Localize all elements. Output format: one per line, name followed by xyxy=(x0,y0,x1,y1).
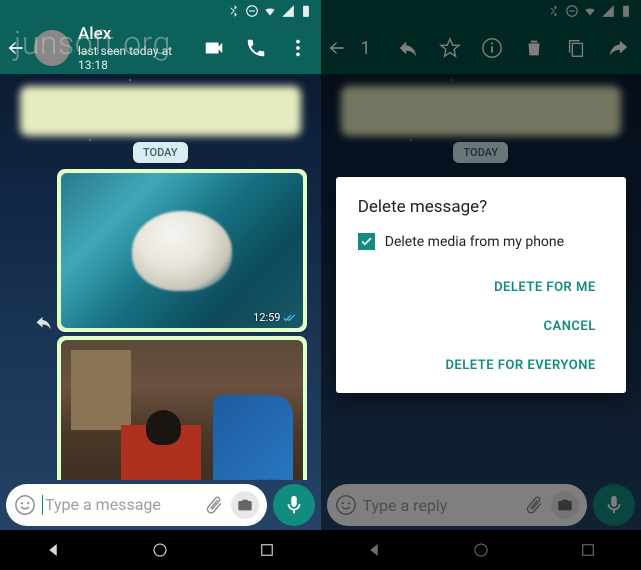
image-content xyxy=(71,350,131,430)
dialog-actions: DELETE FOR ME CANCEL DELETE FOR EVERYONE xyxy=(358,270,604,383)
delete-for-me-button[interactable]: DELETE FOR ME xyxy=(486,270,604,305)
video-call-icon[interactable] xyxy=(197,31,231,65)
bluetooth-icon xyxy=(227,4,241,18)
date-separator: TODAY xyxy=(133,142,188,163)
dnd-icon xyxy=(245,4,259,18)
mic-button[interactable] xyxy=(273,484,315,526)
message-bubble[interactable]: 13:23 xyxy=(57,336,307,480)
read-receipt-icon xyxy=(283,313,297,323)
chat-area: TODAY 12:59 xyxy=(0,74,321,480)
contact-info[interactable]: Alex last seen today at 13:18 xyxy=(78,24,189,72)
image-attachment[interactable]: 13:23 xyxy=(61,340,303,480)
cancel-button[interactable]: CANCEL xyxy=(536,309,604,344)
mic-icon xyxy=(283,494,305,516)
message-timestamp: 12:59 xyxy=(253,311,296,324)
signal-icon xyxy=(281,4,295,18)
delete-for-everyone-button[interactable]: DELETE FOR EVERYONE xyxy=(437,348,603,383)
wifi-icon xyxy=(263,4,277,18)
image-attachment[interactable]: 12:59 xyxy=(61,173,303,328)
camera-icon xyxy=(237,497,253,513)
more-icon[interactable] xyxy=(281,31,315,65)
phone-left: Alex last seen today at 13:18 TODAY 12:5… xyxy=(0,0,321,570)
blurred-message xyxy=(20,86,301,136)
voice-call-icon[interactable] xyxy=(239,31,273,65)
nav-back-icon[interactable] xyxy=(44,541,62,559)
input-placeholder: Type a message xyxy=(42,495,197,516)
status-bar xyxy=(0,0,321,22)
message-bubble[interactable]: 12:59 xyxy=(57,169,307,332)
message-input[interactable]: Type a message xyxy=(6,484,267,526)
nav-recent-icon[interactable] xyxy=(258,541,276,559)
contact-name: Alex xyxy=(78,24,189,44)
delete-dialog: Delete message? Delete media from my pho… xyxy=(336,177,626,393)
contact-avatar[interactable] xyxy=(34,30,70,66)
message-row: 13:23 xyxy=(14,336,307,480)
checkbox-label: Delete media from my phone xyxy=(385,234,564,250)
image-content xyxy=(132,211,232,291)
checkbox-icon xyxy=(358,233,375,250)
attach-icon[interactable] xyxy=(203,494,225,516)
back-icon[interactable] xyxy=(6,38,26,58)
camera-button[interactable] xyxy=(231,491,259,519)
forward-icon[interactable] xyxy=(35,314,53,332)
last-seen: last seen today at 13:18 xyxy=(78,44,189,72)
message-row: 12:59 xyxy=(14,169,307,332)
image-content xyxy=(146,410,181,445)
nav-home-icon[interactable] xyxy=(151,541,169,559)
phone-right: 1 TODAY Delete message? Delete media fro… xyxy=(321,0,641,570)
delete-media-checkbox[interactable]: Delete media from my phone xyxy=(358,233,604,250)
chat-header: Alex last seen today at 13:18 xyxy=(0,22,321,74)
image-content xyxy=(213,395,293,480)
battery-icon xyxy=(299,4,313,18)
input-bar: Type a message xyxy=(0,480,321,530)
emoji-icon[interactable] xyxy=(14,494,36,516)
dialog-title: Delete message? xyxy=(358,197,604,217)
